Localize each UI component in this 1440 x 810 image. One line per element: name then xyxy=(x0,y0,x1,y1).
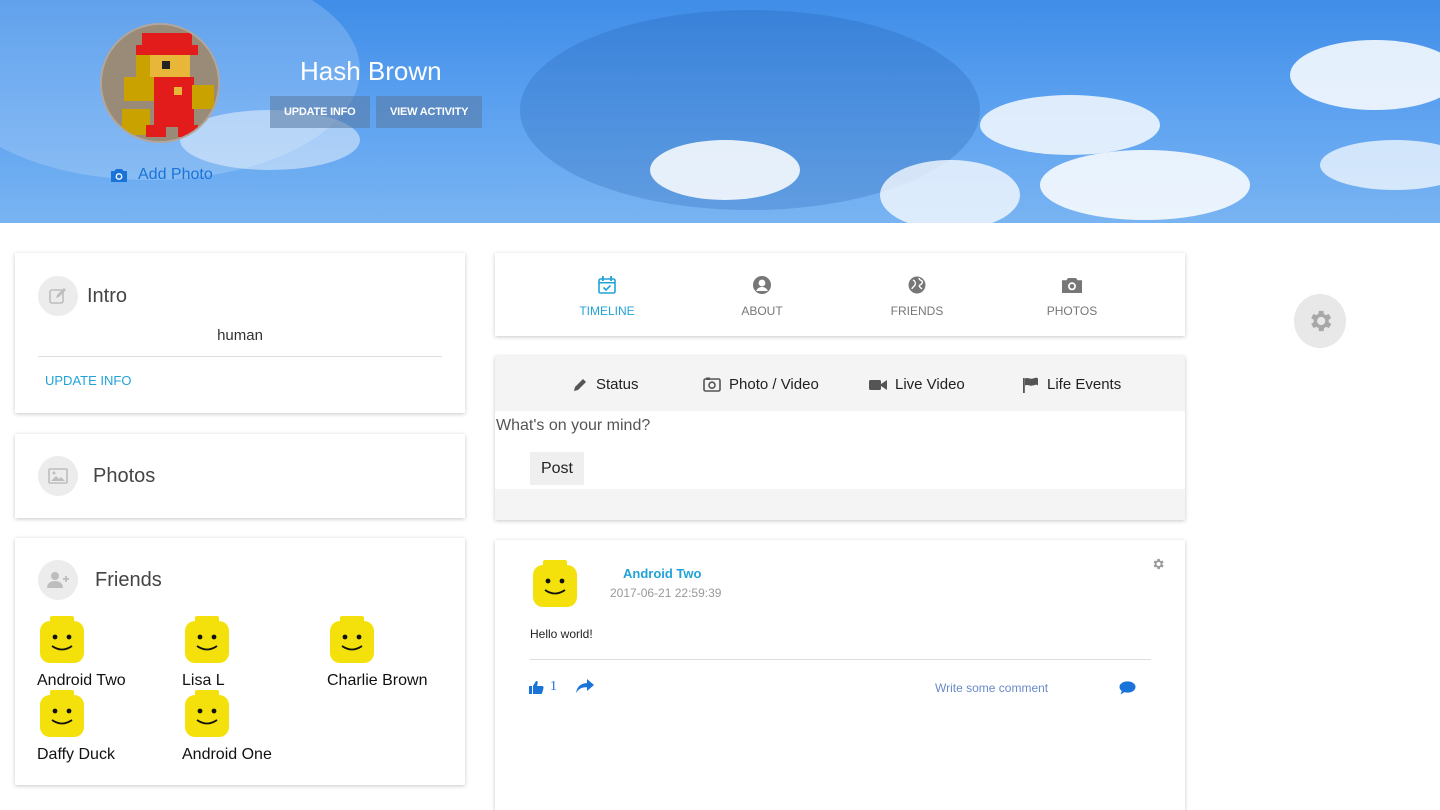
photos-card: Photos xyxy=(15,434,465,518)
view-activity-button[interactable]: VIEW ACTIVITY xyxy=(376,96,483,128)
post-divider xyxy=(530,659,1151,660)
post-button[interactable]: Post xyxy=(530,452,584,485)
tab-label: PHOTOS xyxy=(1046,304,1098,318)
thumbs-up-icon xyxy=(529,681,544,694)
friend-item[interactable]: Lisa L xyxy=(182,615,322,690)
friend-item[interactable]: Daffy Duck xyxy=(37,689,177,764)
comment-input[interactable] xyxy=(935,681,1115,695)
intro-title: Intro xyxy=(87,285,128,307)
tab-timeline[interactable]: TIMELINE xyxy=(547,275,667,318)
add-friend-icon-badge xyxy=(38,560,78,600)
friend-avatar-lego-icon xyxy=(330,616,374,663)
friend-name: Lisa L xyxy=(182,672,225,689)
cover-cloud xyxy=(650,140,800,200)
calendar-icon xyxy=(598,276,616,294)
feed-post: Android Two 2017-06-21 22:59:39 Hello wo… xyxy=(495,540,1185,810)
tab-label: TIMELINE xyxy=(579,304,635,318)
composer-photo-video-tab[interactable]: Photo / Video xyxy=(703,376,819,393)
share-button[interactable] xyxy=(576,679,594,698)
image-icon xyxy=(48,468,68,484)
pencil-icon xyxy=(574,378,586,391)
flag-icon xyxy=(1023,377,1038,393)
post-options-button[interactable] xyxy=(1151,557,1165,576)
comment-submit-button[interactable] xyxy=(1119,681,1136,700)
image-icon-badge xyxy=(38,456,78,496)
add-user-icon xyxy=(47,572,69,588)
edit-icon xyxy=(49,288,66,304)
cover-cloud xyxy=(1320,140,1440,190)
profile-avatar[interactable] xyxy=(100,23,220,143)
friends-card: Friends Android Two Lisa L Charlie Brown… xyxy=(15,538,465,785)
friend-name: Android Two xyxy=(37,672,126,689)
comment-bubble-icon xyxy=(1119,681,1136,695)
friend-name: Android One xyxy=(182,746,272,763)
share-arrow-icon xyxy=(576,679,594,693)
tab-label: FRIENDS xyxy=(890,304,944,318)
gear-icon xyxy=(1153,558,1164,570)
composer-live-video-tab[interactable]: Live Video xyxy=(869,376,965,393)
video-camera-icon xyxy=(869,379,887,390)
friend-name: Charlie Brown xyxy=(327,672,428,689)
post-author-link[interactable]: Android Two xyxy=(623,566,701,581)
post-timestamp: 2017-06-21 22:59:39 xyxy=(610,586,722,600)
composer-life-events-tab[interactable]: Life Events xyxy=(1022,376,1121,393)
composer-type-label: Live Video xyxy=(895,376,965,393)
profile-tabs: TIMELINE ABOUT FRIENDS PHOTOS xyxy=(495,253,1185,336)
gear-icon xyxy=(1311,310,1332,332)
friends-title: Friends xyxy=(95,569,162,591)
cover-cloud xyxy=(980,95,1160,155)
add-photo-label: Add Photo xyxy=(138,166,213,183)
intro-update-info-link[interactable]: UPDATE INFO xyxy=(45,373,131,388)
globe-icon xyxy=(908,276,926,294)
composer-status-tab[interactable]: Status xyxy=(572,376,639,393)
intro-bio: human xyxy=(217,327,263,344)
cover-cloud xyxy=(1290,40,1440,110)
friend-avatar-lego-icon xyxy=(185,616,229,663)
author-avatar-lego-icon[interactable] xyxy=(530,559,580,609)
friend-item[interactable]: Charlie Brown xyxy=(327,615,467,690)
friend-item[interactable]: Android One xyxy=(182,689,322,764)
camera-icon xyxy=(111,168,127,182)
post-text: Hello world! xyxy=(530,627,593,641)
like-count: 1 xyxy=(550,679,557,694)
intro-card: Intro human UPDATE INFO xyxy=(15,253,465,413)
edit-icon-badge xyxy=(38,276,78,316)
tab-photos[interactable]: PHOTOS xyxy=(1012,275,1132,318)
post-composer: Status Photo / Video Live Video Life Eve… xyxy=(495,356,1185,520)
add-photo-link[interactable]: Add Photo xyxy=(110,166,213,184)
status-input[interactable] xyxy=(496,417,896,435)
profile-name: Hash Brown xyxy=(300,56,442,86)
cover-cloud xyxy=(1040,150,1250,220)
composer-type-label: Life Events xyxy=(1047,376,1122,393)
friend-avatar-lego-icon xyxy=(40,616,84,663)
user-circle-icon xyxy=(753,276,771,294)
update-info-button[interactable]: UPDATE INFO xyxy=(270,96,370,128)
friend-name: Daffy Duck xyxy=(37,746,115,763)
friend-avatar-lego-icon xyxy=(40,690,84,737)
cover-cloud xyxy=(880,160,1020,223)
tab-label: ABOUT xyxy=(741,304,783,318)
tab-about[interactable]: ABOUT xyxy=(702,275,822,318)
settings-button[interactable] xyxy=(1294,294,1346,348)
camera-icon xyxy=(1062,278,1082,293)
intro-divider xyxy=(38,356,442,357)
friend-item[interactable]: Android Two xyxy=(37,615,177,690)
friend-avatar-lego-icon xyxy=(185,690,229,737)
tab-friends[interactable]: FRIENDS xyxy=(857,275,977,318)
photo-camera-icon xyxy=(703,377,721,392)
composer-type-label: Status xyxy=(596,376,639,393)
photos-title: Photos xyxy=(93,465,156,487)
like-button[interactable]: 1 xyxy=(529,679,557,695)
pixel-mario-avatar xyxy=(102,25,218,141)
composer-type-label: Photo / Video xyxy=(729,376,819,393)
